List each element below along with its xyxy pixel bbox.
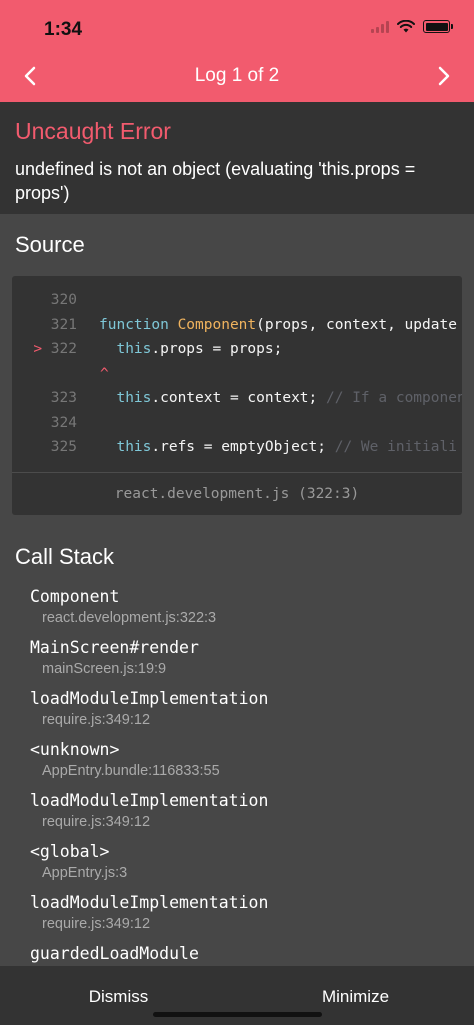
line-number: 321 [12, 317, 82, 333]
code-text: function Component(props, context, updat… [82, 317, 457, 333]
stack-frame-location: require.js:349:12 [42, 814, 151, 830]
line-number-text: 323 [50, 390, 77, 407]
line-number-text: 320 [50, 292, 77, 309]
source-heading: Source [15, 232, 85, 257]
error-title: Uncaught Error [15, 118, 171, 144]
code-line: 323 this.context = context; // If a comp… [12, 386, 462, 411]
line-number: 324 [12, 415, 82, 431]
line-number: 320 [12, 292, 82, 308]
code-token: .refs = emptyObject; [151, 439, 335, 456]
code-line: 320 [12, 288, 462, 313]
code-token: // If a componen [326, 390, 462, 407]
stack-frame-name: MainScreen#render [30, 638, 199, 657]
code-lines: 320 321 function Component(props, context,… [12, 276, 462, 460]
line-number-text: 322 [50, 341, 77, 358]
line-number-text: 325 [50, 439, 77, 456]
stack-frame[interactable]: loadModuleImplementation require.js:349:1… [30, 790, 460, 832]
line-number: > 322 [12, 341, 82, 357]
code-line: 321 function Component(props, context, up… [12, 313, 462, 338]
error-message: undefined is not an object (evaluating '… [15, 159, 416, 203]
stack-frame-location: require.js:349:12 [42, 916, 151, 932]
stack-frame-location: mainScreen.js:19:9 [42, 661, 167, 677]
line-number: 323 [12, 390, 82, 406]
bottom-bar: Dismiss Minimize [0, 966, 474, 1025]
source-file-location: react.development.js (322:3) [114, 485, 360, 502]
stack-frame-name: <global> [30, 842, 110, 861]
stack-frame-location: react.development.js:322:3 [42, 610, 217, 626]
wifi-icon [397, 20, 415, 33]
code-token: function [99, 316, 178, 333]
error-caret: ^ [100, 365, 109, 382]
status-icons [371, 20, 453, 33]
status-time: 1:34 [44, 19, 83, 40]
nav-bar: Log 1 of 2 [0, 50, 474, 102]
source-code-box[interactable]: 320 321 function Component(props, context,… [12, 276, 462, 515]
stack-frame-location: AppEntry.js:3 [42, 865, 128, 881]
code-line: 325 this.refs = emptyObject; // We initi… [12, 435, 462, 460]
previous-log-button[interactable] [12, 58, 48, 94]
call-stack-heading: Call Stack [15, 544, 115, 569]
code-token: // We initiali [334, 439, 457, 456]
stack-frame-name: loadModuleImplementation [30, 791, 269, 810]
stack-frame[interactable]: loadModuleImplementation require.js:349:1… [30, 892, 460, 934]
home-indicator [153, 1012, 322, 1017]
code-text: this.context = context; // If a componen [82, 390, 462, 406]
battery-icon [423, 20, 453, 33]
code-token: (props, context, update [256, 316, 457, 333]
code-token: .props = props; [151, 341, 283, 358]
stack-frame-location: AppEntry.bundle:116833:55 [42, 763, 220, 779]
call-stack-list: Component react.development.js:322:3 MainS… [30, 586, 460, 966]
error-line-marker: > [33, 341, 43, 358]
stack-frame-name: loadModuleImplementation [30, 689, 269, 708]
stack-frame[interactable]: <unknown> AppEntry.bundle:116833:55 [30, 739, 460, 781]
stack-frame[interactable]: Component react.development.js:322:3 [30, 586, 460, 628]
cellular-signal-icon [371, 20, 389, 33]
stack-frame[interactable]: loadModuleImplementation require.js:349:1… [30, 688, 460, 730]
error-caret-line: ^ [12, 362, 462, 387]
code-token: this [99, 341, 152, 358]
stack-frame[interactable]: MainScreen#render mainScreen.js:19:9 [30, 637, 460, 679]
line-number-text: 321 [50, 316, 77, 333]
chevron-left-icon [24, 66, 36, 86]
stack-frame-location: require.js:349:12 [42, 712, 151, 728]
chevron-right-icon [438, 66, 450, 86]
code-text: this.refs = emptyObject; // We initiali [82, 439, 457, 456]
stack-frame-name: <unknown> [30, 740, 120, 759]
status-bar: 1:34 [0, 0, 474, 50]
stack-frame[interactable]: <global> AppEntry.js:3 [30, 841, 460, 883]
line-number: 325 [12, 439, 82, 455]
code-line: 324 [12, 411, 462, 436]
stack-frame-name: loadModuleImplementation [30, 893, 269, 912]
code-token: this [99, 439, 152, 456]
code-token: Component [177, 316, 257, 333]
stack-frame-name: Component [30, 587, 120, 606]
log-title: Log 1 of 2 [194, 65, 280, 86]
stack-frame-name: guardedLoadModule [30, 944, 199, 963]
code-token: this [99, 390, 152, 407]
code-line: > 322 this.props = props; [12, 337, 462, 362]
error-header: Uncaught Error undefined is not an objec… [0, 102, 474, 214]
line-number-text: 324 [50, 414, 77, 431]
next-log-button[interactable] [426, 58, 462, 94]
code-token: .context = context; [151, 390, 326, 407]
code-text: this.props = props; [82, 341, 282, 357]
stack-frame[interactable]: guardedLoadModule [30, 943, 460, 965]
